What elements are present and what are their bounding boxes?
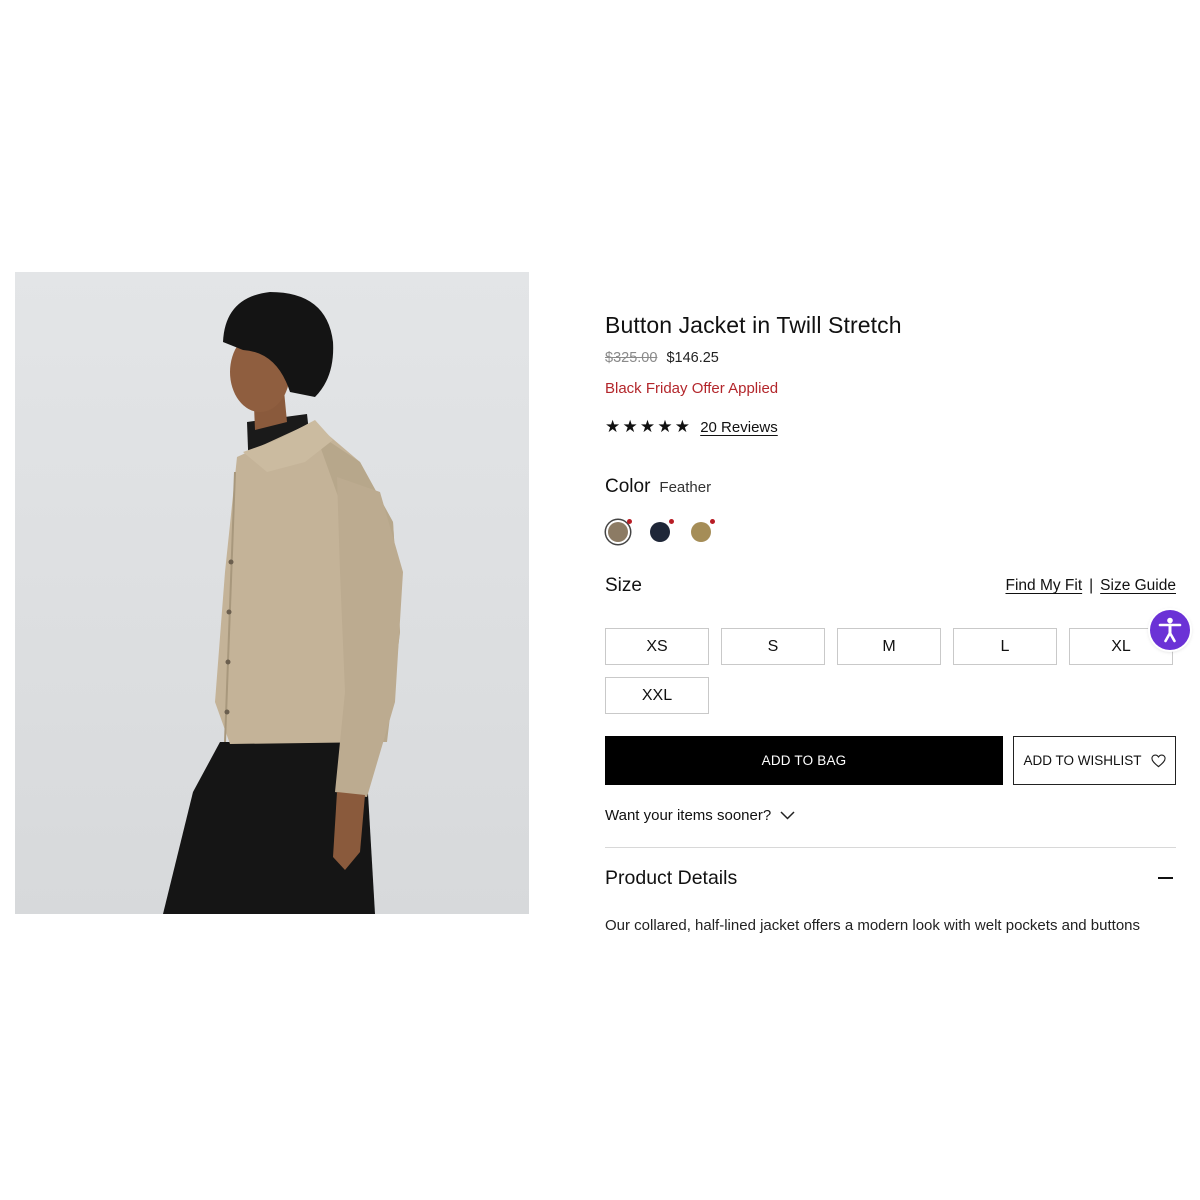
find-my-fit-link[interactable]: Find My Fit [1005,577,1082,594]
original-price: $325.00 [605,350,658,366]
heart-outline-icon [1150,753,1166,767]
swatch-navy[interactable] [650,519,674,542]
reviews-link[interactable]: 20 Reviews [700,419,778,436]
product-image[interactable] [15,272,529,914]
delivery-options-label: Want your items sooner? [605,807,772,824]
size-links: Find My Fit | Size Guide [1005,577,1176,595]
section-divider [605,847,1176,848]
minus-icon[interactable] [1158,877,1173,879]
product-details-heading[interactable]: Product Details [605,867,737,890]
size-option-m[interactable]: M [837,628,941,665]
size-option-l[interactable]: L [953,628,1057,665]
size-guide-link[interactable]: Size Guide [1100,577,1176,594]
size-option-s[interactable]: S [721,628,825,665]
delivery-options-toggle[interactable]: Want your items sooner? [605,807,795,824]
star-rating-icon: ★★★★★ [605,417,693,436]
size-option-xs[interactable]: XS [605,628,709,665]
wishlist-label: ADD TO WISHLIST [1023,753,1142,768]
product-description: Our collared, half-lined jacket offers a… [605,917,1141,934]
price-block: $325.00 $146.25 [605,350,719,366]
size-label: Size [605,575,642,596]
swatch-khaki[interactable] [691,519,715,542]
swatch-indicator-dot [669,519,674,524]
add-to-wishlist-button[interactable]: ADD TO WISHLIST [1013,736,1176,785]
model-illustration [163,292,403,914]
add-to-bag-button[interactable]: ADD TO BAG [605,736,1003,785]
sale-price: $146.25 [666,350,719,366]
rating-row: ★★★★★ 20 Reviews [605,417,778,437]
color-header: Color Feather [605,476,711,498]
product-title: Button Jacket in Twill Stretch [605,312,902,338]
swatch-indicator-dot [627,519,632,524]
accessibility-person-icon [1158,617,1182,643]
swatch-feather[interactable] [608,519,632,542]
accessibility-button[interactable] [1150,610,1190,650]
selected-color-name: Feather [659,479,712,496]
chevron-down-icon [780,811,795,820]
color-swatches [605,518,745,546]
link-separator: | [1089,577,1094,594]
promo-message: Black Friday Offer Applied [605,380,779,397]
swatch-indicator-dot [710,519,715,524]
size-option-xxl[interactable]: XXL [605,677,709,714]
color-label: Color [605,476,651,497]
